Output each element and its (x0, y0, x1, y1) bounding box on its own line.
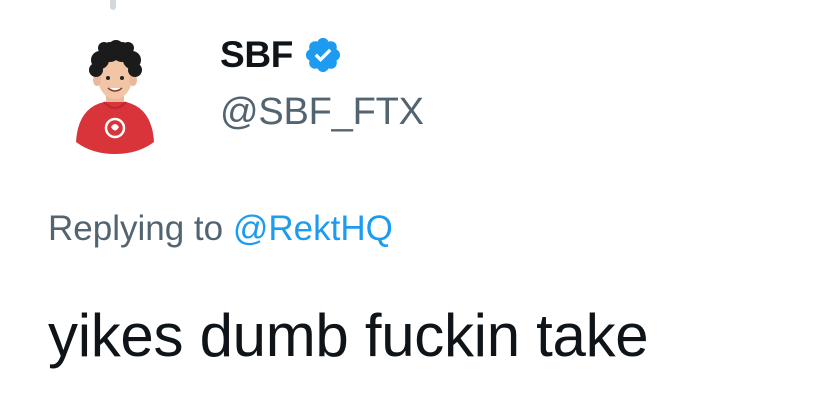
tweet-text: yikes dumb fuckin take (48, 302, 649, 369)
replying-to-line: Replying to @RektHQ (48, 207, 393, 251)
reply-target-link[interactable]: @RektHQ (233, 209, 393, 248)
thread-connector-line (110, 0, 116, 10)
verified-badge-icon[interactable] (303, 35, 343, 75)
author-display-name[interactable]: SBF (220, 34, 293, 76)
author-name-row: SBF (220, 34, 343, 76)
avatar[interactable] (48, 22, 182, 156)
avatar-portrait-icon (48, 22, 182, 156)
author-handle[interactable]: @SBF_FTX (220, 90, 424, 134)
replying-to-prefix: Replying to (48, 209, 224, 248)
